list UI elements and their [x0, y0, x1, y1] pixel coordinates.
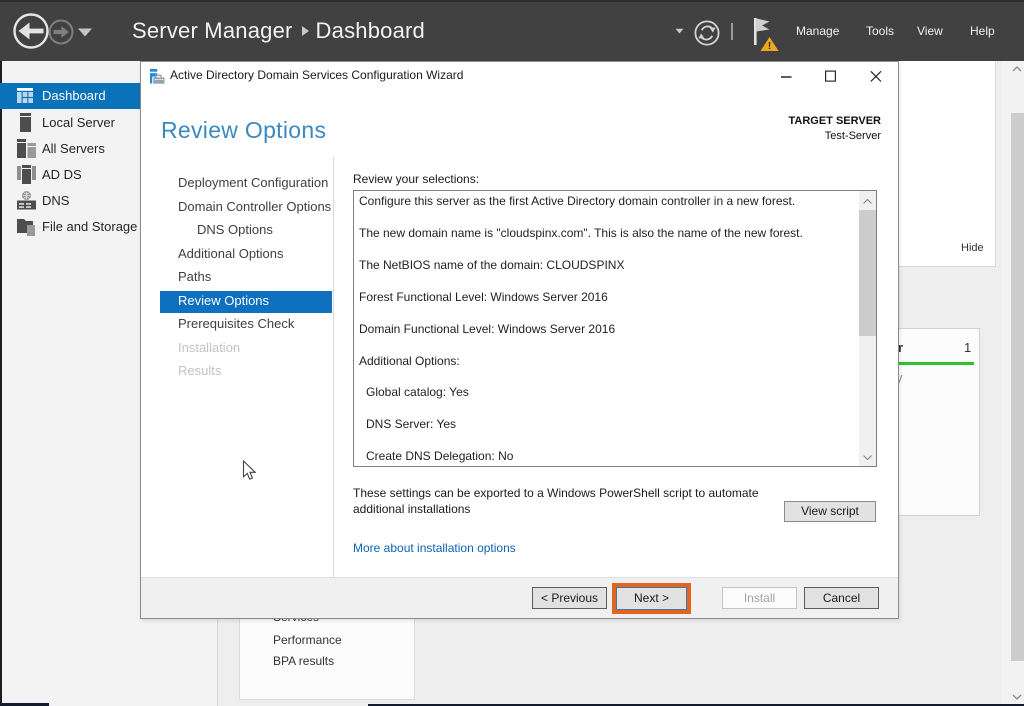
svg-text:!: !: [768, 40, 772, 52]
